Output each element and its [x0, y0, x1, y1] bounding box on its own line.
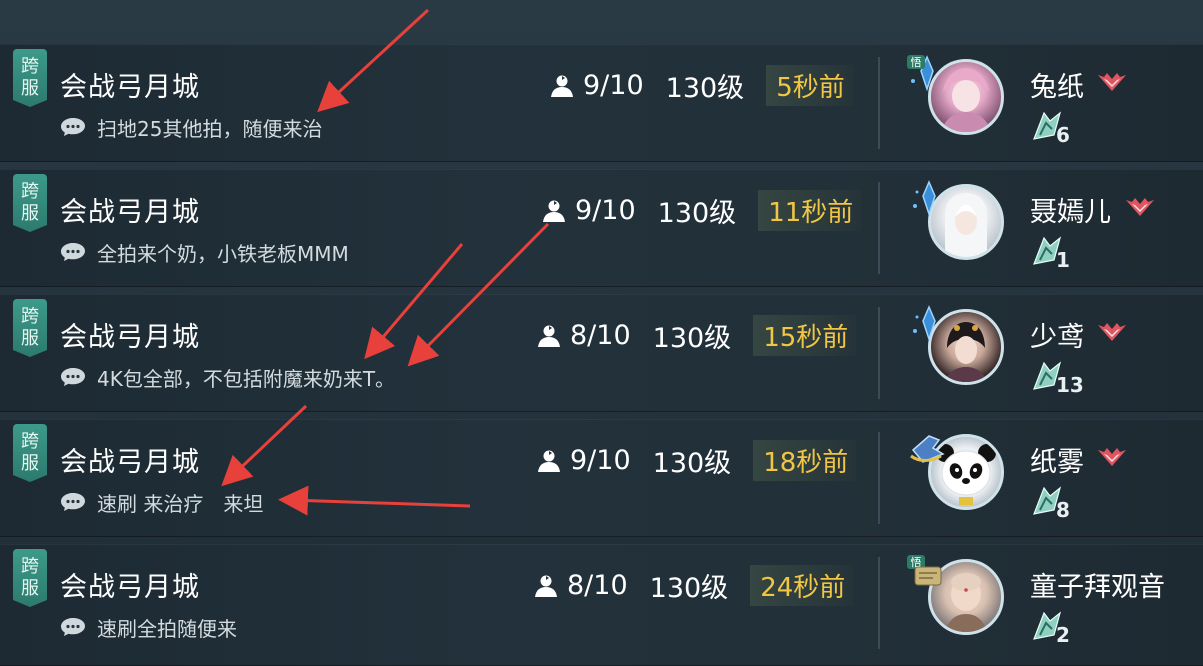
svg-text:悟: 悟 — [911, 55, 922, 69]
team-title: 会战弓月城 — [60, 572, 200, 603]
team-level: 130级 — [665, 73, 745, 104]
divider — [878, 432, 880, 524]
divider — [878, 182, 880, 274]
leader-name: 聂嫣儿 — [1030, 197, 1111, 228]
team-title: 会战弓月城 — [60, 197, 200, 228]
cross-server-badge: 跨服 — [13, 49, 47, 107]
divider — [878, 57, 880, 149]
team-title: 会战弓月城 — [60, 447, 200, 478]
person-icon — [538, 325, 560, 347]
team-row[interactable]: 跨服 会战弓月城 4K包全部，不包括附魔来奶来T。 8/10 130级 15秒前… — [0, 294, 1203, 412]
team-message: 扫地25其他拍，随便来治 — [97, 117, 323, 141]
team-row[interactable]: 跨服 会战弓月城 全拍来个奶，小铁老板MMM 9/10 130级 11秒前 聂嫣… — [0, 169, 1203, 287]
post-time: 5秒前 — [766, 65, 853, 106]
cross-server-badge: 跨服 — [13, 424, 47, 482]
chat-bubble-icon — [61, 368, 85, 386]
team-row[interactable]: 跨服 会战弓月城 速刷全拍随便来 8/10 130级 24秒前 悟 童子拜观音 … — [0, 544, 1203, 666]
team-level: 130级 — [649, 573, 729, 604]
cross-server-badge: 跨服 — [13, 549, 47, 607]
team-stats: 8/10 130级 24秒前 — [533, 565, 854, 606]
team-stats: 9/10 130级 5秒前 — [549, 65, 853, 106]
chat-bubble-icon — [61, 618, 85, 636]
school-number: 2 — [1056, 623, 1070, 647]
member-count: 9/10 — [583, 70, 644, 101]
person-icon — [551, 75, 573, 97]
school-number: 6 — [1056, 123, 1070, 147]
post-time: 24秒前 — [750, 565, 854, 606]
team-message: 速刷全拍随便来 — [97, 617, 237, 641]
member-count: 9/10 — [570, 445, 631, 476]
team-stats: 9/10 130级 18秒前 — [536, 440, 857, 481]
team-message: 4K包全部，不包括附魔来奶来T。 — [97, 367, 396, 391]
school-number: 13 — [1056, 373, 1084, 397]
awaken-badge-icon — [913, 180, 936, 217]
awaken-badge-icon — [910, 435, 945, 463]
rank-wings-icon — [1098, 448, 1126, 466]
post-time: 18秒前 — [753, 440, 857, 481]
leader-name: 童子拜观音 — [1030, 572, 1165, 603]
cross-server-badge: 跨服 — [13, 299, 47, 357]
team-title: 会战弓月城 — [60, 72, 200, 103]
cross-server-badge: 跨服 — [13, 174, 47, 232]
leader-name: 纸雾 — [1030, 447, 1084, 478]
chat-bubble-icon — [61, 243, 85, 261]
divider — [878, 307, 880, 399]
divider — [878, 557, 880, 649]
member-count: 8/10 — [570, 320, 631, 351]
team-message: 全拍来个奶，小铁老板MMM — [97, 242, 349, 266]
school-number: 8 — [1056, 498, 1070, 522]
awaken-badge-icon: 悟 — [907, 55, 934, 92]
team-row[interactable]: 跨服 会战弓月城 速刷 来治疗 来坦 9/10 130级 18秒前 纸雾 8 — [0, 419, 1203, 537]
person-icon — [535, 575, 557, 597]
school-number: 1 — [1056, 248, 1070, 272]
team-row[interactable]: 跨服 会战弓月城 扫地25其他拍，随便来治 9/10 130级 5秒前 悟 兔纸… — [0, 44, 1203, 162]
leader-name: 少鸢 — [1030, 322, 1084, 353]
team-stats: 8/10 130级 15秒前 — [536, 315, 857, 356]
chat-bubble-icon — [61, 118, 85, 136]
person-icon — [538, 450, 560, 472]
awaken-badge-icon — [913, 305, 936, 342]
member-count: 8/10 — [567, 570, 628, 601]
rank-wings-icon — [1098, 323, 1126, 341]
rank-wings-icon — [1098, 73, 1126, 91]
rank-wings-icon — [1126, 198, 1154, 216]
team-level: 130级 — [652, 323, 732, 354]
person-icon — [543, 200, 565, 222]
post-time: 15秒前 — [753, 315, 857, 356]
chat-bubble-icon — [61, 493, 85, 511]
team-level: 130级 — [652, 448, 732, 479]
member-count: 9/10 — [575, 195, 636, 226]
team-level: 130级 — [657, 198, 737, 229]
leader-name: 兔纸 — [1030, 72, 1084, 103]
team-message: 速刷 来治疗 来坦 — [97, 492, 264, 516]
team-stats: 9/10 130级 11秒前 — [541, 190, 862, 231]
awaken-badge-icon: 悟 — [907, 555, 942, 586]
post-time: 11秒前 — [758, 190, 862, 231]
team-title: 会战弓月城 — [60, 322, 200, 353]
